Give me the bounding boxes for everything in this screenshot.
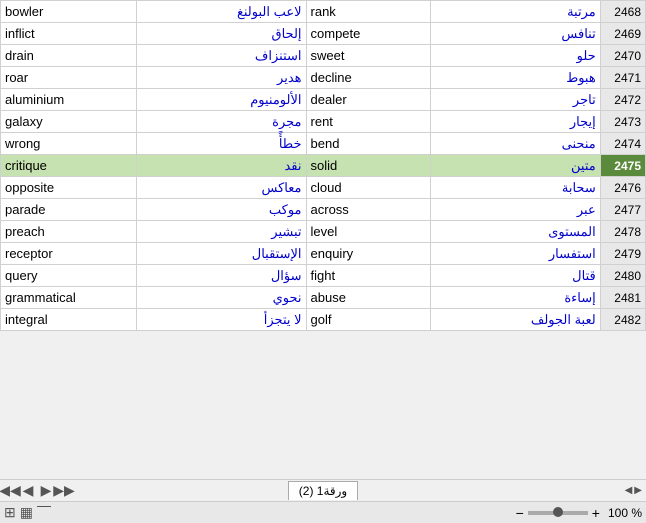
table-row: مجرة: [136, 111, 306, 133]
table-row: تاجر: [430, 89, 600, 111]
table-row: عبر: [430, 199, 600, 221]
table-row: golf: [306, 309, 430, 331]
row-number: 2474: [600, 133, 645, 155]
table-row: استنزاف: [136, 45, 306, 67]
zoom-slider[interactable]: [528, 511, 588, 515]
row-number: 2478: [600, 221, 645, 243]
nav-next-icon[interactable]: ▶: [38, 483, 54, 499]
table-row: level: [306, 221, 430, 243]
table-row: هدير: [136, 67, 306, 89]
scroll-arrows: ◀ ▶: [625, 485, 642, 496]
table-row: سحابة: [430, 177, 600, 199]
table-row: dealer: [306, 89, 430, 111]
table-icon[interactable]: ▦: [20, 504, 33, 521]
table-row: abuse: [306, 287, 430, 309]
bottom-bar: ◀◀ ◀ ▶ ▶▶ ورقة1 (2) ◀ ▶: [0, 479, 646, 501]
table-row: compete: [306, 23, 430, 45]
table-row: تبشير: [136, 221, 306, 243]
table-row: لعبة الجولف: [430, 309, 600, 331]
table-row: decline: [306, 67, 430, 89]
row-number: 2476: [600, 177, 645, 199]
nav-prev-icon[interactable]: ◀: [20, 483, 36, 499]
table-row: استفسار: [430, 243, 600, 265]
row-number: 2469: [600, 23, 645, 45]
nav-last-icon[interactable]: ▶▶: [56, 483, 72, 499]
table-row: bend: [306, 133, 430, 155]
table-row: المستوى: [430, 221, 600, 243]
row-number: 2470: [600, 45, 645, 67]
table-row: مرتبة: [430, 1, 600, 23]
sheet-nav-icons: ◀◀ ◀ ▶ ▶▶: [2, 483, 72, 499]
table-row: fight: [306, 265, 430, 287]
table-row: parade: [1, 199, 137, 221]
table-row: الإستقبال: [136, 243, 306, 265]
table-row: هبوط: [430, 67, 600, 89]
table-row: لاعب البولنغ: [136, 1, 306, 23]
status-bar: ⊞ ▦ ⎺ − + 100 %: [0, 501, 646, 523]
table-row: bowler: [1, 1, 137, 23]
table-row: enquiry: [306, 243, 430, 265]
table-row: الألومنيوم: [136, 89, 306, 111]
table-row: معاكس: [136, 177, 306, 199]
row-number: 2481: [600, 287, 645, 309]
table-row: wrong: [1, 133, 137, 155]
table-row: across: [306, 199, 430, 221]
table-row: نقد: [136, 155, 306, 177]
grid-icon[interactable]: ⊞: [4, 504, 16, 521]
table-row: sweet: [306, 45, 430, 67]
table-row: solid: [306, 155, 430, 177]
data-table: bowlerلاعب البولنغrankمرتبة2468 inflictإل…: [0, 0, 646, 331]
table-row: query: [1, 265, 137, 287]
row-number: 2471: [600, 67, 645, 89]
scroll-right-arrow[interactable]: ▶: [634, 485, 642, 496]
table-row: receptor: [1, 243, 137, 265]
sheet-tab[interactable]: ورقة1 (2): [288, 481, 358, 500]
chart-icon[interactable]: ⎺: [37, 504, 51, 521]
table-row: موكب: [136, 199, 306, 221]
table-row: حلو: [430, 45, 600, 67]
row-number: 2479: [600, 243, 645, 265]
table-row: rent: [306, 111, 430, 133]
table-row: cloud: [306, 177, 430, 199]
table-row: خطأً: [136, 133, 306, 155]
table-row: critique: [1, 155, 137, 177]
table-row: opposite: [1, 177, 137, 199]
zoom-control: − + 100 %: [516, 505, 642, 521]
row-number: 2480: [600, 265, 645, 287]
table-row: تنافس: [430, 23, 600, 45]
spreadsheet-container: bowlerلاعب البولنغrankمرتبة2468 inflictإل…: [0, 0, 646, 523]
table-row: قتال: [430, 265, 600, 287]
row-number: 2468: [600, 1, 645, 23]
table-row: drain: [1, 45, 137, 67]
scroll-left-arrow[interactable]: ◀: [625, 485, 633, 496]
table-row: نحوي: [136, 287, 306, 309]
table-row: galaxy: [1, 111, 137, 133]
table-row: aluminium: [1, 89, 137, 111]
row-number: 2475: [600, 155, 645, 177]
table-area: bowlerلاعب البولنغrankمرتبة2468 inflictإل…: [0, 0, 646, 479]
table-row: إلحاق: [136, 23, 306, 45]
table-row: rank: [306, 1, 430, 23]
row-number: 2482: [600, 309, 645, 331]
table-row: إساءة: [430, 287, 600, 309]
table-row: منحنى: [430, 133, 600, 155]
row-number: 2472: [600, 89, 645, 111]
table-row: سؤال: [136, 265, 306, 287]
zoom-percent: 100 %: [608, 506, 642, 520]
nav-first-icon[interactable]: ◀◀: [2, 483, 18, 499]
table-row: inflict: [1, 23, 137, 45]
row-number: 2473: [600, 111, 645, 133]
zoom-in-icon[interactable]: +: [592, 505, 600, 521]
row-number: 2477: [600, 199, 645, 221]
table-row: preach: [1, 221, 137, 243]
table-row: roar: [1, 67, 137, 89]
table-row: grammatical: [1, 287, 137, 309]
table-row: لا يتجزأ: [136, 309, 306, 331]
status-icons-left: ⊞ ▦ ⎺: [4, 504, 51, 521]
zoom-thumb: [553, 507, 563, 517]
table-row: integral: [1, 309, 137, 331]
zoom-out-icon[interactable]: −: [516, 505, 524, 521]
table-row: إيجار: [430, 111, 600, 133]
table-row: متين: [430, 155, 600, 177]
